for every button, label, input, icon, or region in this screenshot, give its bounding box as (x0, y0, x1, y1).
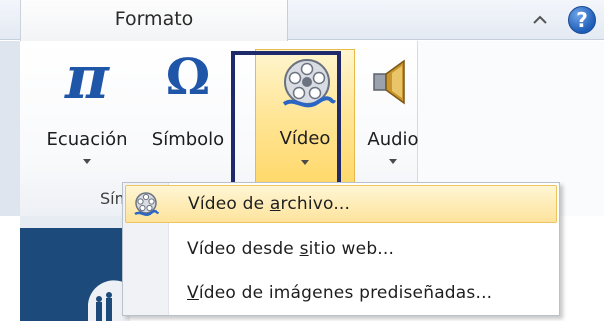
collapse-ribbon-icon[interactable] (530, 10, 550, 30)
help-icon[interactable]: ? (568, 6, 596, 34)
audio-button[interactable]: Audio (358, 47, 428, 182)
equation-label: Ecuación (46, 129, 128, 150)
symbol-label: Símbolo (151, 129, 225, 150)
divider (20, 216, 130, 228)
menu-item-video-from-clip-art[interactable]: Vídeo de imágenes prediseñadas... (125, 275, 557, 313)
equation-button[interactable]: π Ecuación (38, 43, 136, 182)
symbol-button[interactable]: Ω Símbolo (140, 47, 236, 182)
logo-icon (88, 280, 130, 321)
video-dropdown-menu: Vídeo de archivo... Vídeo desde sitio we… (122, 182, 560, 316)
menu-item-label: Vídeo desde sitio web... (187, 239, 395, 259)
menu-item-video-from-file[interactable]: Vídeo de archivo... (125, 185, 557, 223)
dropdown-arrow-icon[interactable] (83, 159, 91, 164)
ribbon-edge (0, 41, 20, 216)
tab-formato[interactable]: Formato (20, 0, 288, 41)
menu-item-label: Vídeo de imágenes prediseñadas... (187, 283, 493, 303)
menu-item-video-from-website[interactable]: Vídeo desde sitio web... (125, 231, 557, 269)
pi-icon: π (65, 43, 109, 113)
film-reel-icon (134, 192, 160, 216)
highlight-frame (231, 51, 341, 187)
speaker-icon (373, 59, 405, 105)
omega-icon: Ω (165, 47, 211, 106)
menu-item-label: Vídeo de archivo... (188, 194, 351, 214)
audio-label: Audio (367, 129, 419, 150)
ribbon-tab-bar: Formato ? (0, 0, 604, 41)
dropdown-arrow-icon[interactable] (389, 159, 397, 164)
